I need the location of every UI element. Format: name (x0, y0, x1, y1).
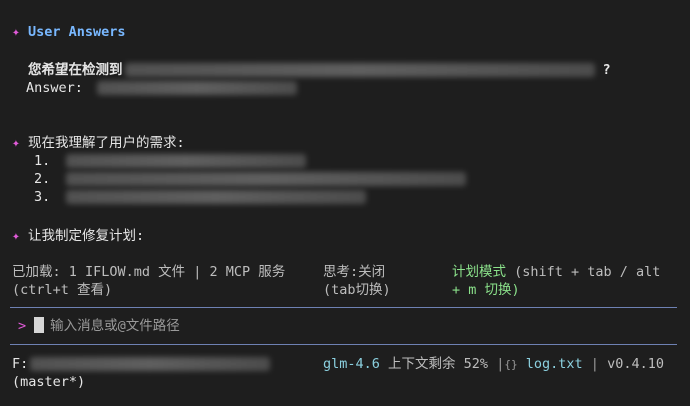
plan-mode-hint: (shift + tab / alt (514, 264, 661, 280)
text-caret (34, 317, 45, 333)
prompt-symbol: > (18, 318, 27, 334)
answer-label: Answer: (26, 80, 83, 96)
understanding-item: 2. (34, 170, 467, 188)
version: v0.4.10 (607, 356, 664, 372)
plan-header: ✦ 让我制定修复计划: (10, 227, 144, 245)
redacted-item (66, 172, 467, 186)
plan-mode-hint-2: + m 切换) (452, 282, 520, 298)
item-number: 1. (34, 153, 51, 169)
loaded-status: 已加载: 1 IFLOW.md 文件 | 2 MCP 服务 (12, 264, 286, 280)
redacted-item (66, 154, 307, 168)
question-line: 您希望在检测到? (28, 61, 611, 79)
answer-line: Answer: (26, 79, 298, 97)
input-placeholder: 输入消息或@文件路径 (50, 318, 180, 334)
redacted-question (124, 63, 595, 77)
understanding-item: 1. (34, 152, 307, 170)
user-answers-header: ✦ User Answers (10, 23, 126, 41)
redacted-path (30, 357, 271, 371)
sparkle-icon: ✦ (11, 135, 21, 151)
model-name: glm-4.6 (323, 356, 380, 372)
path-prefix: F: (12, 356, 29, 372)
braces-icon: {} (504, 358, 518, 371)
separator: | (590, 356, 599, 372)
plan-mode-line: 计划模式 (shift + tab / alt (452, 263, 660, 281)
question-prefix: 您希望在检测到 (28, 62, 123, 78)
view-hint: (ctrl+t 查看) (12, 282, 113, 298)
plan-title: 让我制定修复计划: (28, 228, 145, 244)
log-file-link[interactable]: log.txt (526, 356, 583, 372)
input-line: > 输入消息或@文件路径 (18, 317, 180, 335)
path-line: F: (12, 355, 271, 373)
redacted-answer (97, 81, 298, 95)
item-number: 2. (34, 171, 51, 187)
message-input[interactable]: > 输入消息或@文件路径 (10, 309, 677, 343)
understanding-header: ✦ 现在我理解了用户的需求: (10, 134, 185, 152)
sparkle-icon: ✦ (11, 228, 21, 244)
context-remaining: 上下文剩余 52% (388, 356, 489, 372)
redacted-item (66, 190, 367, 204)
git-branch: (master*) (12, 374, 86, 390)
user-answers-title: User Answers (28, 24, 126, 40)
thinking-status: 思考:关闭 (323, 264, 386, 280)
sparkle-icon: ✦ (11, 24, 21, 40)
item-number: 3. (34, 189, 51, 205)
separator-bottom (10, 344, 677, 345)
thinking-hint: (tab切换) (323, 282, 391, 298)
understanding-item: 3. (34, 188, 367, 206)
question-suffix: ? (602, 62, 611, 78)
plan-mode-label: 计划模式 (452, 264, 506, 280)
understanding-title: 现在我理解了用户的需求: (28, 135, 185, 151)
separator-top (10, 307, 677, 308)
footer-status: glm-4.6 上下文剩余 52% |{} log.txt | v0.4.10 (323, 355, 664, 374)
